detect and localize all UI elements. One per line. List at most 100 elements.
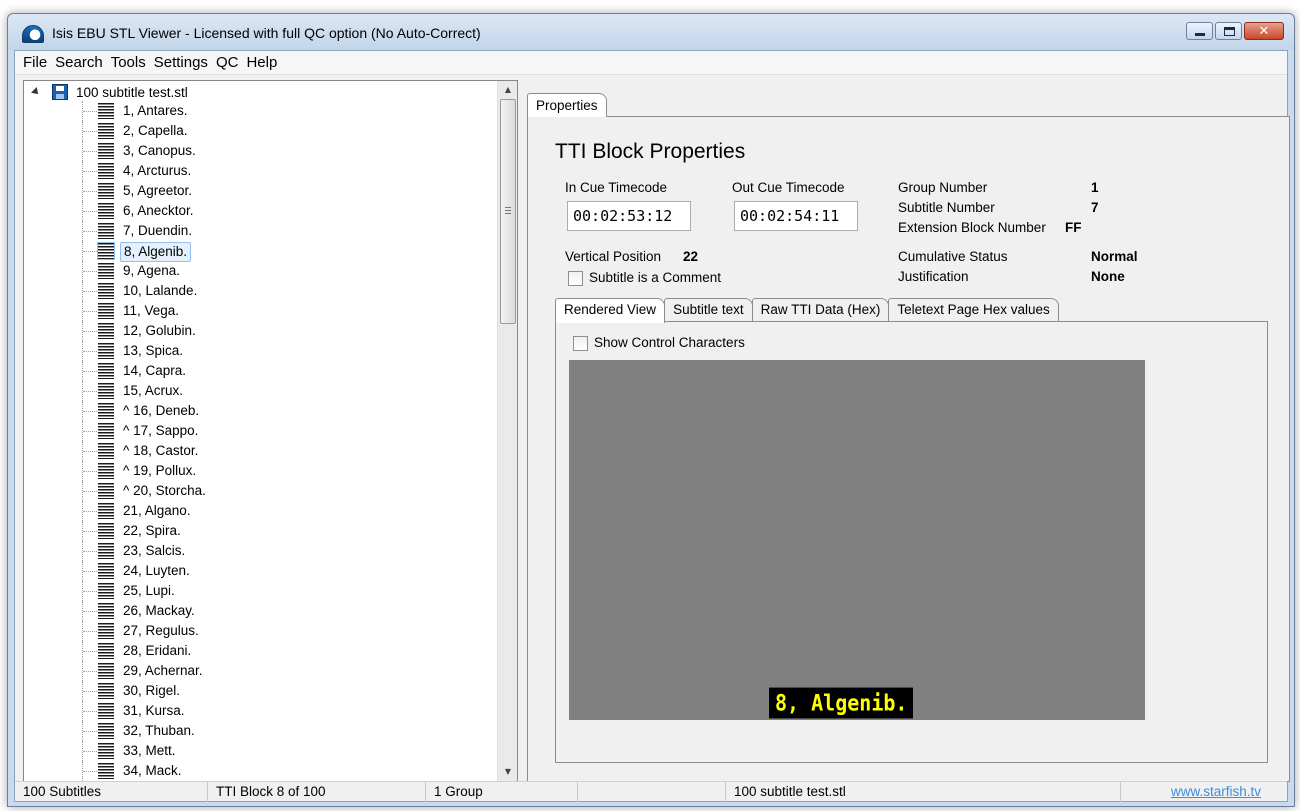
tree-item[interactable]: 11, Vega. xyxy=(24,301,494,321)
tree-item-label: ^ 16, Deneb. xyxy=(123,403,200,418)
tree-item[interactable]: ^ 17, Sappo. xyxy=(24,421,494,441)
tree-item[interactable]: 32, Thuban. xyxy=(24,721,494,741)
close-icon: ✕ xyxy=(1258,24,1270,39)
tab-subtitle-text[interactable]: Subtitle text xyxy=(664,298,753,322)
tree-item[interactable]: ^ 20, Storcha. xyxy=(24,481,494,501)
menu-settings[interactable]: Settings xyxy=(150,51,212,74)
close-button[interactable]: ✕ xyxy=(1244,22,1284,40)
minimize-button[interactable] xyxy=(1186,22,1213,40)
subtitle-tree[interactable]: 100 subtitle test.stl 1, Antares. 2, Cape… xyxy=(23,80,518,782)
in-cue-label: In Cue Timecode xyxy=(565,180,668,195)
title-bar[interactable]: Isis EBU STL Viewer - Licensed with full… xyxy=(8,14,1294,50)
tree-item[interactable]: 22, Spira. xyxy=(24,521,494,541)
subtitle-block-icon xyxy=(98,363,114,379)
tree-connector xyxy=(83,611,97,612)
group-number-label: Group Number xyxy=(898,180,988,195)
tree-item[interactable]: 23, Salcis. xyxy=(24,541,494,561)
tree-item[interactable]: 9, Agena. xyxy=(24,261,494,281)
tree-item[interactable]: 33, Mett. xyxy=(24,741,494,761)
tree-item[interactable]: 12, Golubin. xyxy=(24,321,494,341)
tree-item[interactable]: 31, Kursa. xyxy=(24,701,494,721)
app-icon xyxy=(22,25,44,43)
tree-item-list: 1, Antares. 2, Capella. 3, Canopus. 4, Arct… xyxy=(24,101,494,781)
tree-item[interactable]: 15, Acrux. xyxy=(24,381,494,401)
tree-item-label: 14, Capra. xyxy=(123,363,187,378)
tree-item[interactable]: 7, Duendin. xyxy=(24,221,494,241)
tree-item[interactable]: 29, Achernar. xyxy=(24,661,494,681)
tree-item[interactable]: 21, Algano. xyxy=(24,501,494,521)
tree-item[interactable]: 34, Mack. xyxy=(24,761,494,781)
subtitle-block-icon xyxy=(98,483,114,499)
subtitle-block-icon xyxy=(98,223,114,239)
tree-item[interactable]: 6, Anecktor. xyxy=(24,201,494,221)
subtitle-block-icon xyxy=(98,463,114,479)
tree-item[interactable]: 27, Regulus. xyxy=(24,621,494,641)
tree-root-node[interactable]: 100 subtitle test.stl xyxy=(31,82,188,102)
tree-item-label: 33, Mett. xyxy=(123,743,176,758)
tree-item[interactable]: 1, Antares. xyxy=(24,101,494,121)
tree-connector xyxy=(83,491,97,492)
extension-block-value: FF xyxy=(1065,220,1082,235)
tree-item-label: 31, Kursa. xyxy=(123,703,185,718)
subtitle-block-icon xyxy=(98,563,114,579)
rendered-subtitle: 8, Algenib. xyxy=(769,687,914,719)
tree-item[interactable]: ^ 19, Pollux. xyxy=(24,461,494,481)
tree-item[interactable]: 2, Capella. xyxy=(24,121,494,141)
subtitle-block-icon xyxy=(98,263,114,279)
in-cue-field[interactable]: 00:02:53:12 xyxy=(567,201,691,231)
menu-qc[interactable]: QC xyxy=(212,51,243,74)
out-cue-field[interactable]: 00:02:54:11 xyxy=(734,201,858,231)
tree-item[interactable]: 5, Agreetor. xyxy=(24,181,494,201)
collapse-arrow-icon[interactable] xyxy=(31,87,41,97)
tree-connector xyxy=(83,411,97,412)
tree-item-label: ^ 18, Castor. xyxy=(123,443,199,458)
subtitle-block-icon xyxy=(98,383,114,399)
tree-item-label: ^ 17, Sappo. xyxy=(123,423,199,438)
menu-file[interactable]: File xyxy=(19,51,51,74)
subtitle-block-icon xyxy=(98,343,114,359)
subtitle-block-icon xyxy=(97,242,115,260)
tree-item[interactable]: 13, Spica. xyxy=(24,341,494,361)
tree-item[interactable]: 4, Arcturus. xyxy=(24,161,494,181)
tree-connector xyxy=(83,151,97,152)
tree-item[interactable]: 3, Canopus. xyxy=(24,141,494,161)
tab-raw-tti-data[interactable]: Raw TTI Data (Hex) xyxy=(751,298,890,322)
tab-rendered-view[interactable]: Rendered View xyxy=(555,298,666,323)
tree-item[interactable]: ^ 18, Castor. xyxy=(24,441,494,461)
tree-connector xyxy=(83,271,97,272)
maximize-button[interactable] xyxy=(1215,22,1242,40)
scroll-thumb[interactable] xyxy=(500,99,516,324)
tree-item-label: 32, Thuban. xyxy=(123,723,195,738)
tree-item[interactable]: 24, Luyten. xyxy=(24,561,494,581)
tree-item[interactable]: 10, Lalande. xyxy=(24,281,494,301)
tree-item[interactable]: 25, Lupi. xyxy=(24,581,494,601)
tree-item[interactable]: ^ 16, Deneb. xyxy=(24,401,494,421)
tab-teletext-hex[interactable]: Teletext Page Hex values xyxy=(888,298,1059,322)
subtitle-number-label: Subtitle Number xyxy=(898,200,995,215)
scroll-down-icon[interactable]: ▼ xyxy=(498,763,517,781)
tree-item[interactable]: 30, Rigel. xyxy=(24,681,494,701)
tree-connector xyxy=(83,731,97,732)
starfish-link[interactable]: www.starfish.tv xyxy=(1121,782,1287,802)
menu-tools[interactable]: Tools xyxy=(107,51,150,74)
status-subtitle-count: 100 Subtitles xyxy=(15,782,208,802)
subtitle-block-icon xyxy=(98,643,114,659)
tree-item-label: 34, Mack. xyxy=(123,763,182,778)
tab-properties[interactable]: Properties xyxy=(527,93,607,117)
subtitle-block-icon xyxy=(98,743,114,759)
tree-scrollbar[interactable]: ▲ ▼ xyxy=(497,81,517,781)
tree-item-label: 12, Golubin. xyxy=(123,323,196,338)
scroll-up-icon[interactable]: ▲ xyxy=(498,81,517,99)
tree-connector xyxy=(83,531,97,532)
tree-item[interactable]: 28, Eridani. xyxy=(24,641,494,661)
subtitle-block-icon xyxy=(98,683,114,699)
menu-search[interactable]: Search xyxy=(51,51,107,74)
tree-item[interactable]: 26, Mackay. xyxy=(24,601,494,621)
comment-checkbox[interactable] xyxy=(568,271,583,286)
menu-help[interactable]: Help xyxy=(242,51,281,74)
subtitle-block-icon xyxy=(98,763,114,779)
tree-item[interactable]: 8, Algenib. xyxy=(24,241,494,262)
subtitle-block-icon xyxy=(98,303,114,319)
show-control-chars-checkbox[interactable] xyxy=(573,336,588,351)
tree-item[interactable]: 14, Capra. xyxy=(24,361,494,381)
